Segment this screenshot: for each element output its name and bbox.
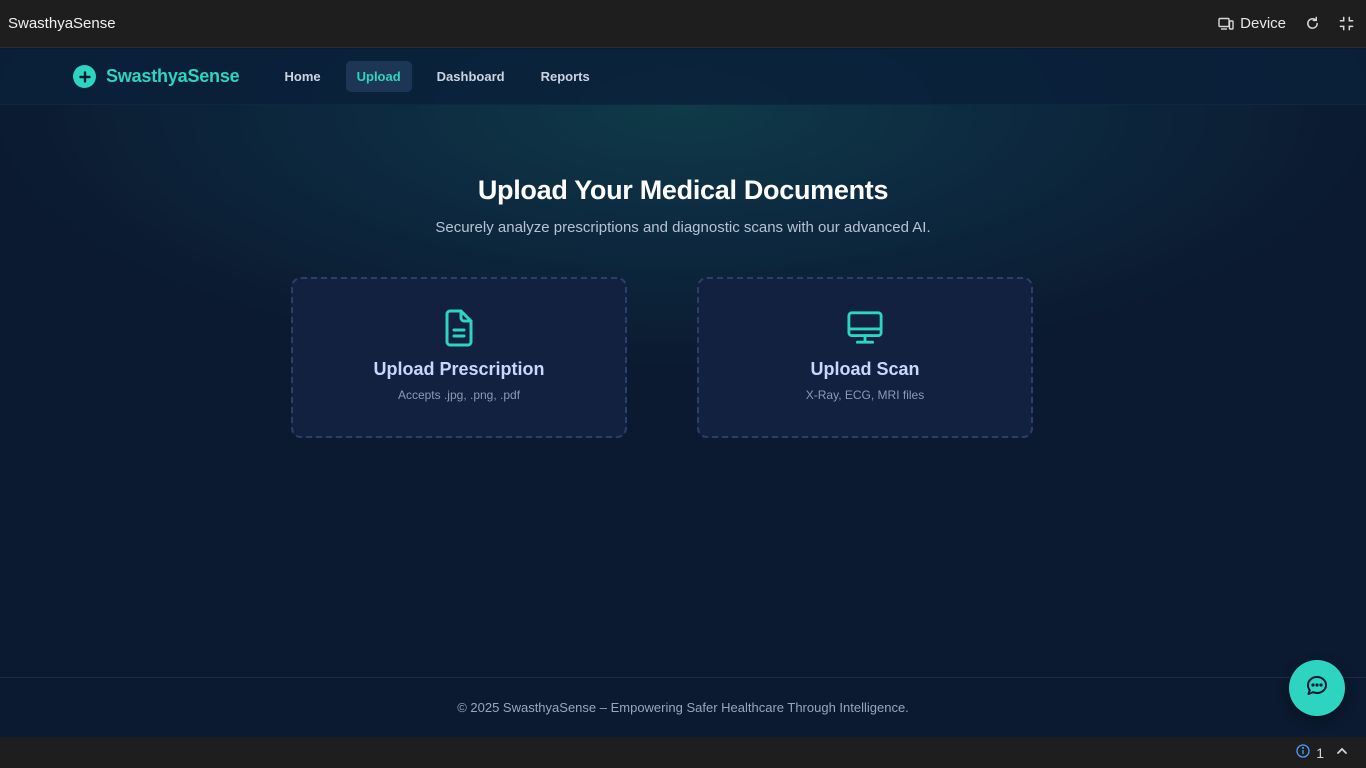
navbar: SwasthyaSense Home Upload Dashboard Repo… (0, 49, 1366, 105)
brand-logo[interactable]: SwasthyaSense (73, 65, 240, 88)
app-viewport: SwasthyaSense Home Upload Dashboard Repo… (0, 49, 1366, 737)
hero-section: Upload Your Medical Documents Securely a… (0, 175, 1366, 236)
monitor-icon (847, 309, 883, 347)
device-icon (1218, 16, 1234, 32)
card-title: Upload Scan (810, 359, 920, 379)
chevron-up-icon[interactable] (1336, 744, 1348, 762)
nav-links: Home Upload Dashboard Reports (273, 61, 610, 92)
collapse-icon[interactable] (1338, 16, 1354, 32)
info-count: 1 (1316, 744, 1324, 761)
nav-reports[interactable]: Reports (530, 61, 601, 92)
refresh-icon[interactable] (1304, 16, 1320, 32)
info-icon (1296, 744, 1310, 761)
page-title: Upload Your Medical Documents (477, 175, 889, 205)
upload-prescription-card[interactable]: Upload Prescription Accepts .jpg, .png, … (291, 277, 627, 438)
card-subtitle: Accepts .jpg, .png, .pdf (397, 388, 521, 402)
card-subtitle: X-Ray, ECG, MRI files (805, 388, 925, 402)
footer: © 2025 SwasthyaSense – Empowering Safer … (0, 677, 1366, 737)
page-subtitle: Securely analyze prescriptions and diagn… (435, 219, 931, 236)
chat-button[interactable] (1289, 660, 1345, 716)
nav-upload[interactable]: Upload (345, 61, 412, 92)
upload-scan-card[interactable]: Upload Scan X-Ray, ECG, MRI files (697, 277, 1033, 438)
status-bar: 1 (0, 737, 1366, 768)
nav-dashboard[interactable]: Dashboard (426, 61, 516, 92)
plus-icon (73, 65, 96, 88)
upload-cards: Upload Prescription Accepts .jpg, .png, … (291, 277, 1033, 438)
device-button[interactable]: Device (1218, 15, 1286, 32)
info-indicator[interactable]: 1 (1296, 744, 1324, 761)
brand-name: SwasthyaSense (106, 66, 240, 86)
document-icon (441, 309, 477, 347)
device-label: Device (1240, 15, 1286, 32)
chat-bubble-icon (1305, 674, 1329, 703)
nav-home[interactable]: Home (273, 61, 331, 92)
toolbar-actions: Device (1218, 15, 1358, 32)
footer-text: © 2025 SwasthyaSense – Empowering Safer … (457, 700, 909, 715)
window-title: SwasthyaSense (8, 15, 116, 32)
preview-toolbar: SwasthyaSense Device (0, 0, 1366, 48)
card-title: Upload Prescription (373, 359, 545, 379)
